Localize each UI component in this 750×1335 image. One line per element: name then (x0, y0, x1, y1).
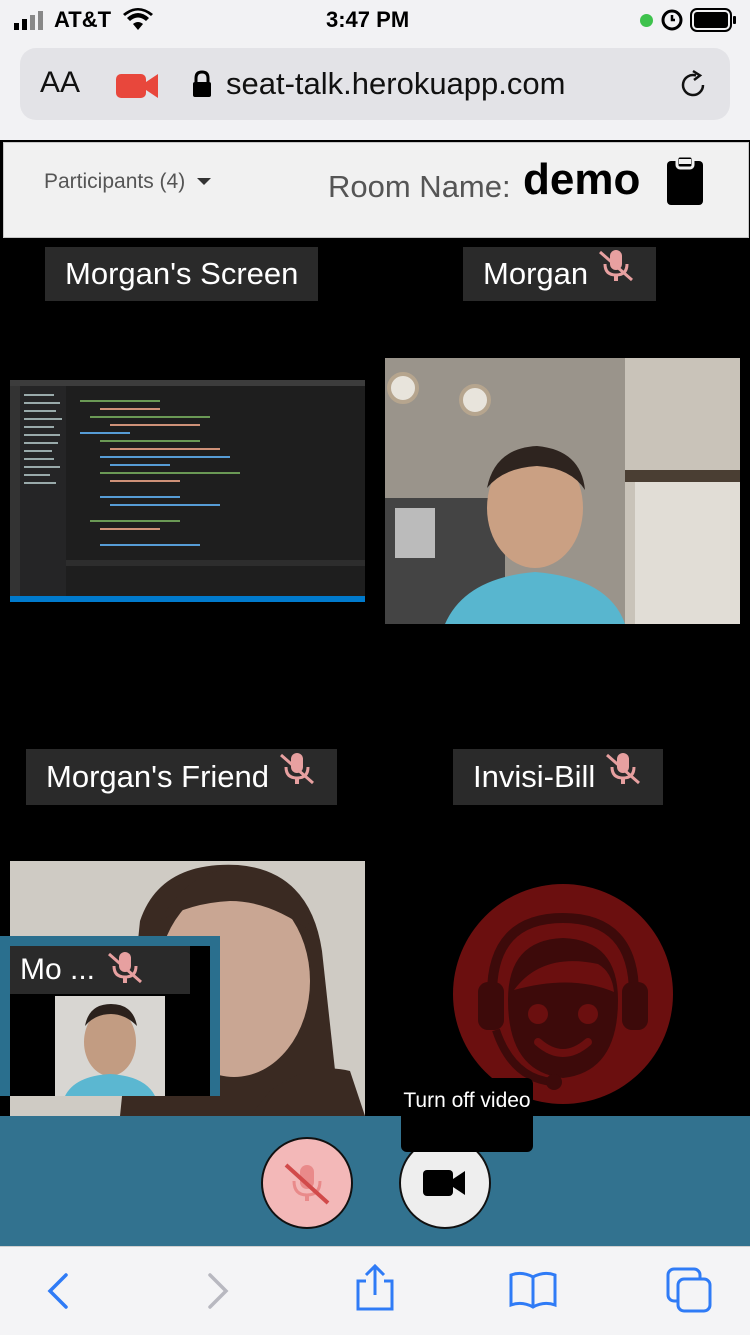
text-size-button[interactable]: AA (40, 66, 80, 100)
app-header: Participants (4) Room Name: demo (3, 142, 749, 238)
tile-label-morgan: Morgan (463, 246, 657, 302)
lock-icon (192, 70, 212, 103)
browser-toolbar: AA seat-talk.herokuapp.com (0, 40, 750, 140)
bookmarks-icon[interactable] (508, 1269, 558, 1314)
browser-bottom-toolbar (0, 1246, 750, 1335)
self-view-video: Mo ... (10, 946, 210, 1096)
tabs-icon[interactable] (666, 1267, 714, 1318)
tile-label-invisi-bill: Invisi-Bill (453, 749, 664, 805)
address-bar[interactable]: AA seat-talk.herokuapp.com (20, 48, 730, 120)
mic-muted-icon (596, 246, 636, 302)
tile-name: Morgan's Screen (65, 256, 299, 291)
participants-label: Participants (4) (44, 170, 186, 193)
self-view-label: Mo ... (10, 946, 190, 994)
carrier-label: AT&T (54, 7, 112, 32)
video-toggle-tooltip: Turn off video (401, 1078, 533, 1152)
camera-in-use-dot (640, 14, 653, 27)
back-icon[interactable] (44, 1271, 72, 1316)
tile-label-friend: Morgan's Friend (26, 749, 338, 805)
tile-name: Morgan (483, 256, 589, 291)
clipboard-icon[interactable] (665, 154, 705, 212)
participants-dropdown[interactable]: Participants (4) (44, 170, 212, 194)
wifi-icon (122, 8, 154, 37)
tile-name: Invisi-Bill (473, 759, 596, 794)
mute-toggle-button[interactable] (261, 1137, 353, 1229)
clock: 3:47 PM (326, 7, 410, 32)
reload-icon[interactable] (676, 68, 710, 107)
mic-muted-icon (284, 1163, 330, 1205)
battery-icon (690, 7, 738, 38)
mic-muted-icon (603, 749, 643, 805)
mic-muted-icon (277, 749, 317, 805)
mic-muted-icon (105, 950, 145, 991)
tile-label-screen: Morgan's Screen (45, 247, 319, 301)
url-text[interactable]: seat-talk.herokuapp.com (226, 66, 565, 102)
forward-icon[interactable] (204, 1271, 232, 1316)
alarm-icon (660, 7, 684, 36)
call-controls (0, 1116, 750, 1246)
signal-icon (14, 10, 48, 35)
room-name-prefix: Room Name: (328, 169, 511, 204)
status-bar: AT&T 3:47 PM (0, 0, 750, 40)
self-view[interactable]: Mo ... (0, 936, 220, 1096)
room-name: demo (523, 155, 641, 204)
video-camera-icon (423, 1170, 465, 1196)
tile-name: Morgan's Friend (46, 759, 270, 794)
camera-indicator-icon[interactable] (116, 72, 160, 105)
video-morgan (385, 358, 740, 624)
chevron-down-icon (197, 173, 212, 191)
tile-name: Mo ... (20, 953, 96, 986)
screen-share-video (10, 380, 365, 602)
share-icon[interactable] (354, 1263, 396, 1318)
